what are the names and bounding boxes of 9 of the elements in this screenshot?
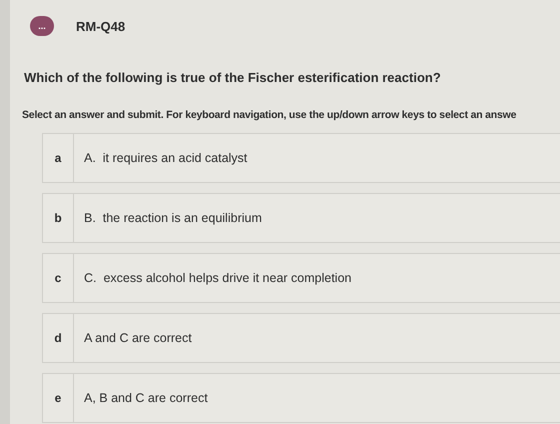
answer-option[interactable]: e A, B and C are correct [42, 373, 560, 423]
question-text: Which of the following is true of the Fischer esterification reaction? [23, 70, 442, 85]
chat-bubble-icon: ... [30, 16, 54, 36]
answer-option[interactable]: c C. excess alcohol helps drive it near completion [42, 253, 560, 303]
instructions-text: Select an answer and submit. For keyboard navigation, use the up/down arrow keys to select an answe [22, 109, 518, 121]
answer-option[interactable]: b B. the reaction is an equilibrium [42, 193, 560, 243]
question-id: RM-Q48 [76, 18, 126, 34]
answer-option[interactable]: a A. it requires an acid catalyst [42, 133, 560, 183]
answer-option[interactable]: d A and C are correct [42, 313, 560, 363]
